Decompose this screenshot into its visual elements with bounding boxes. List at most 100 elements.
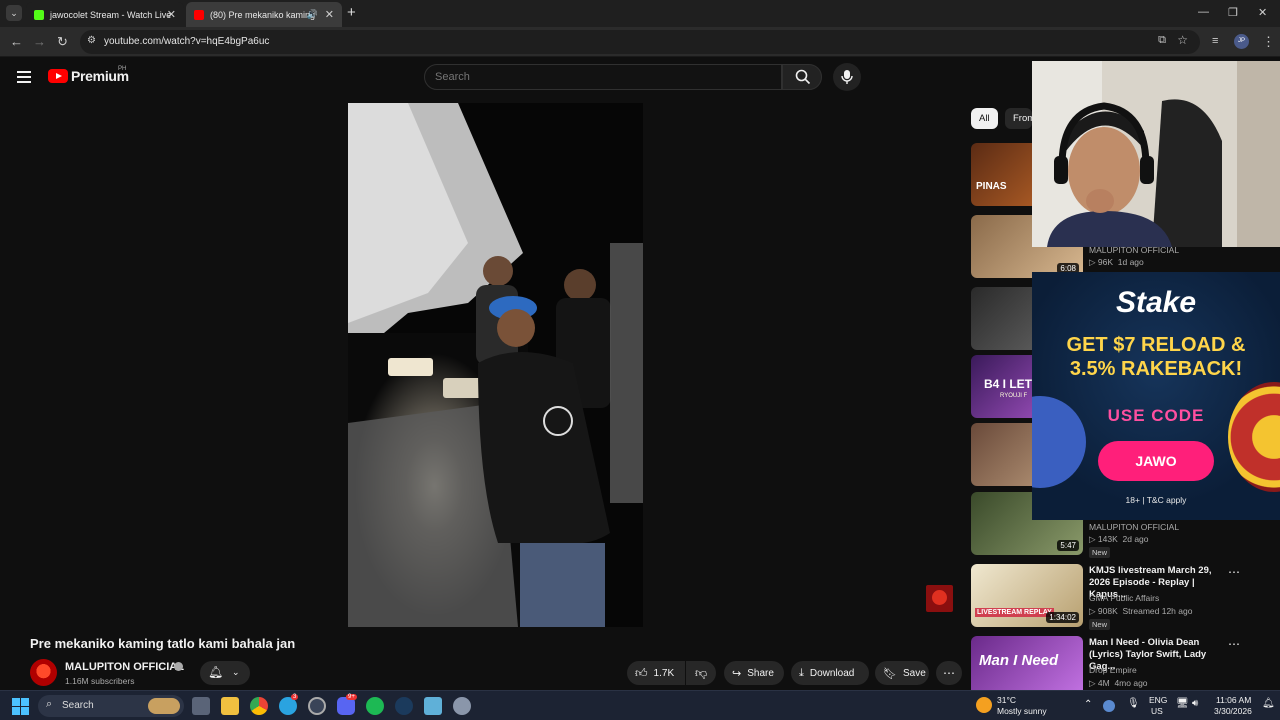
duration-badge: 5:47	[1057, 540, 1079, 551]
share-label: Share	[747, 667, 774, 679]
related-channel[interactable]: GMA Public Affairs	[1089, 593, 1159, 603]
webcam-overlay	[1032, 61, 1280, 247]
network-icon[interactable]: 🖥︎	[1176, 698, 1189, 709]
related-channel[interactable]: Drop Empire	[1089, 665, 1137, 675]
chip-from-channel[interactable]: From	[1005, 108, 1032, 129]
dislike-button[interactable]: 👎︎	[686, 661, 716, 685]
new-badge: New	[1089, 547, 1111, 558]
browser-toolbar: ← → ↻ ⚙ youtube.com/watch?v=hqE4bgPa6uc …	[0, 27, 1280, 57]
browser-menu-icon[interactable]: ⋮	[1262, 34, 1275, 50]
reload-icon[interactable]: ↻	[57, 34, 68, 50]
chevron-down-icon: ⌄	[232, 667, 240, 677]
clock-time[interactable]: 11:06 AM	[1216, 695, 1251, 705]
more-actions-button[interactable]: ⋯	[936, 661, 962, 685]
steam-icon[interactable]	[395, 697, 413, 715]
settings-gear-icon[interactable]	[453, 697, 471, 715]
chip-all[interactable]: All	[971, 108, 998, 129]
download-icon: ⤓	[799, 666, 804, 679]
notification-bell-button[interactable]: 🔔︎ ⌄	[200, 661, 250, 685]
close-tab-icon[interactable]: ✕	[167, 8, 176, 21]
related-views: ▷ 4M 4mo ago	[1089, 678, 1148, 688]
url-text: youtube.com/watch?v=hqE4bgPa6uc	[104, 36, 270, 47]
back-icon[interactable]: ←	[10, 34, 23, 49]
related-thumbnail[interactable]: LIVESTREAM REPLAY 1:34:02	[971, 564, 1083, 627]
browser-tab-strip: ⌄ jawocolet Stream - Watch Live ✕ (80) P…	[0, 0, 1280, 27]
channel-name[interactable]: MALUPITON OFFICIAL	[65, 661, 184, 673]
clock-date[interactable]: 3/30/2026	[1214, 706, 1252, 716]
spotify-icon[interactable]	[366, 697, 384, 715]
subscriber-count: 1.16M subscribers	[65, 676, 135, 686]
discord-badge: 9+	[346, 694, 357, 700]
tray-overflow-icon[interactable]: ⌃	[1084, 699, 1092, 710]
search-icon	[795, 69, 811, 85]
related-channel[interactable]: MALUPITON OFFICIAL	[1089, 521, 1229, 533]
verified-badge-icon	[174, 662, 183, 671]
bookmark-icon: 🔖︎	[883, 667, 897, 680]
chrome-icon[interactable]	[250, 697, 268, 715]
region-code[interactable]: US	[1151, 706, 1163, 716]
ad-headline-1: GET $7 RELOAD &	[1066, 334, 1246, 356]
close-window-icon[interactable]: ✕	[1258, 6, 1267, 19]
video-player[interactable]	[348, 103, 643, 627]
weather-temp[interactable]: 31°C	[997, 695, 1016, 705]
ad-headline-2: 3.5% RAKEBACK!	[1069, 358, 1243, 380]
tab-search-button[interactable]: ⌄	[6, 5, 22, 21]
file-explorer-icon[interactable]	[221, 697, 239, 715]
share-button[interactable]: ↪ Share	[724, 661, 784, 685]
bell-icon: 🔔︎	[208, 665, 224, 679]
like-button[interactable]: 👍︎ 1.7K	[627, 661, 685, 685]
hamburger-menu-icon[interactable]	[17, 71, 31, 83]
taskbar-search-label: Search	[62, 700, 94, 711]
notepad-icon[interactable]	[424, 697, 442, 715]
address-bar[interactable]: ⚙ youtube.com/watch?v=hqE4bgPa6uc ⧉ ☆	[80, 30, 1200, 54]
bookmark-star-icon[interactable]: ☆	[1177, 33, 1188, 47]
install-app-icon[interactable]: ⧉	[1158, 34, 1166, 47]
related-thumbnail[interactable]: Man I Need	[971, 636, 1083, 690]
minimize-icon[interactable]: —	[1198, 6, 1209, 18]
speaker-icon[interactable]: 🔊	[307, 9, 318, 20]
search-box[interactable]	[424, 64, 782, 90]
new-tab-button[interactable]: +	[347, 4, 356, 21]
weather-desc[interactable]: Mostly sunny	[997, 706, 1047, 716]
views-text: 96K	[1097, 257, 1114, 267]
download-button[interactable]: ⤓ Download	[791, 661, 869, 685]
site-info-icon[interactable]: ⚙	[87, 35, 96, 46]
microphone-tray-icon[interactable]: 🎙︎	[1127, 698, 1140, 709]
close-tab-icon[interactable]: ✕	[325, 8, 334, 21]
channel-watermark[interactable]	[926, 585, 953, 612]
more-vertical-icon[interactable]: ⋯	[1228, 637, 1240, 651]
tab-youtube-video[interactable]: (80) Pre mekaniko kaming 🔊 ✕	[186, 2, 342, 27]
tab-kick-stream[interactable]: jawocolet Stream - Watch Live ✕	[26, 2, 184, 27]
taskbar-search-box[interactable]: ⌕ Search	[38, 695, 184, 717]
notification-bell-icon[interactable]: 🔔︎	[1262, 698, 1275, 709]
voice-search-button[interactable]	[833, 63, 861, 91]
weather-icon[interactable]	[976, 697, 992, 713]
search-button[interactable]	[782, 64, 822, 90]
like-count: 1.7K	[653, 667, 675, 679]
thumbs-down-icon: 👎︎	[695, 665, 708, 680]
windows-start-icon[interactable]	[12, 698, 29, 715]
task-view-icon[interactable]	[192, 697, 210, 715]
search-input[interactable]	[435, 71, 765, 83]
profile-avatar[interactable]: JP	[1234, 34, 1249, 49]
stake-ad-overlay[interactable]: Stake GET $7 RELOAD & 3.5% RAKEBACK! USE…	[1032, 272, 1280, 520]
tab-title: (80) Pre mekaniko kaming	[210, 9, 316, 20]
language-code[interactable]: ENG	[1149, 695, 1167, 705]
volume-icon[interactable]: 🔊︎	[1192, 698, 1198, 709]
age-text: Streamed 12h ago	[1122, 606, 1193, 616]
ad-disclaimer: 18+ | T&C apply	[1125, 495, 1187, 505]
tray-app-icon[interactable]	[1103, 700, 1115, 712]
channel-avatar[interactable]	[30, 659, 57, 686]
forward-icon[interactable]: →	[33, 34, 46, 49]
media-controls-icon[interactable]: ≡	[1212, 35, 1218, 47]
windows-taskbar: ⌕ Search 3 9+ 31°C Mostly sunny ⌃ 🎙︎ ENG…	[0, 690, 1280, 720]
kick-icon	[34, 9, 44, 20]
thumbs-up-icon: 👍︎	[635, 665, 648, 680]
search-icon: ⌕	[46, 698, 53, 710]
maximize-icon[interactable]: ❐	[1228, 6, 1238, 19]
youtube-logo-icon[interactable]	[48, 69, 68, 83]
steam-alt-icon[interactable]	[308, 697, 326, 715]
age-text: 2d ago	[1122, 534, 1149, 544]
save-button[interactable]: 🔖︎ Save	[875, 661, 929, 685]
more-vertical-icon[interactable]: ⋯	[1228, 565, 1240, 579]
